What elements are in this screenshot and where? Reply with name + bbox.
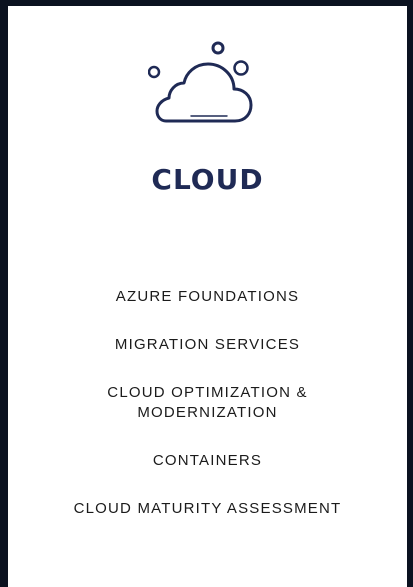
cloud-icon [147, 40, 268, 132]
menu-item-azure-foundations[interactable]: AZURE FOUNDATIONS [116, 287, 299, 307]
menu-item-containers[interactable]: CONTAINERS [153, 451, 262, 471]
menu-item-migration-services[interactable]: MIGRATION SERVICES [115, 335, 300, 355]
services-menu: AZURE FOUNDATIONS MIGRATION SERVICES CLO… [8, 287, 407, 519]
menu-item-cloud-maturity-assessment[interactable]: CLOUD MATURITY ASSESSMENT [74, 499, 342, 519]
page-title: CLOUD [151, 163, 264, 196]
cloud-services-card: CLOUD AZURE FOUNDATIONS MIGRATION SERVIC… [8, 6, 407, 587]
menu-item-cloud-optimization-modernization[interactable]: CLOUD OPTIMIZATION & MODERNIZATION [107, 383, 307, 423]
header-icon-wrap [8, 40, 407, 132]
page-frame: CLOUD AZURE FOUNDATIONS MIGRATION SERVIC… [0, 0, 413, 587]
